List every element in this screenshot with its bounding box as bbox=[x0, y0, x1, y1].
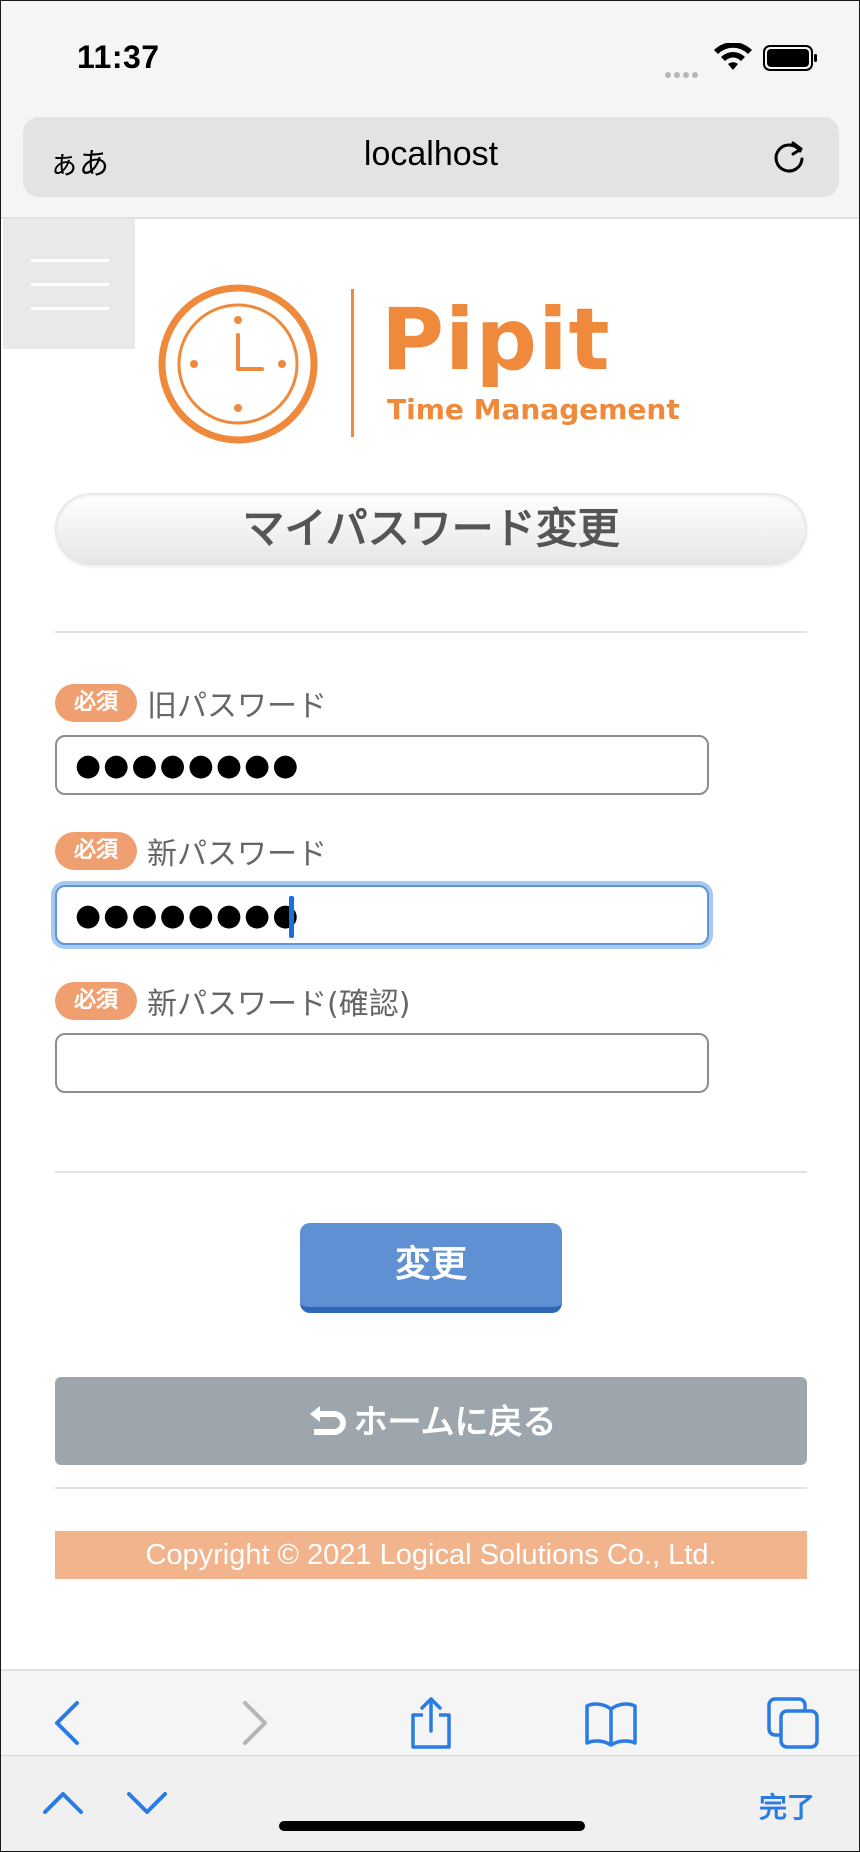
divider bbox=[55, 631, 807, 633]
browser-address-area: ぁあ localhost bbox=[1, 111, 859, 219]
password-value: ●●●●●●●● bbox=[75, 748, 301, 783]
old-password-label: 必須 旧パスワード bbox=[55, 681, 327, 724]
status-time: 11:37 bbox=[77, 39, 160, 75]
chevron-up-icon[interactable] bbox=[43, 1788, 83, 1818]
share-icon[interactable] bbox=[405, 1697, 457, 1749]
menu-icon-bar bbox=[31, 307, 109, 310]
keyboard-accessory-bar: 完了 bbox=[1, 1755, 859, 1851]
reload-icon[interactable] bbox=[769, 137, 809, 177]
page-title: マイパスワード変更 bbox=[55, 493, 807, 565]
status-bar: 11:37 bbox=[1, 1, 859, 111]
divider bbox=[55, 1487, 807, 1489]
back-icon[interactable] bbox=[43, 1697, 95, 1749]
confirm-password-input[interactable] bbox=[55, 1033, 709, 1093]
logo-tagline: Time Management bbox=[387, 393, 680, 426]
menu-icon-bar bbox=[31, 283, 109, 286]
wifi-icon bbox=[714, 43, 752, 70]
phone-screen: 11:37 ぁあ localhost Pipit Time Management… bbox=[0, 0, 860, 1852]
field-label-text: 新パスワード(確認) bbox=[147, 987, 411, 1022]
logo-divider bbox=[351, 289, 354, 437]
copyright-footer: Copyright © 2021 Logical Solutions Co., … bbox=[55, 1531, 807, 1579]
home-indicator bbox=[279, 1821, 585, 1831]
required-badge: 必須 bbox=[55, 684, 137, 722]
home-button-label: ホームに戻る bbox=[353, 1402, 557, 1443]
return-arrow-icon bbox=[309, 1405, 346, 1435]
menu-button[interactable] bbox=[3, 219, 135, 349]
browser-toolbar bbox=[1, 1669, 859, 1757]
back-to-home-button[interactable]: ホームに戻る bbox=[55, 1377, 807, 1465]
old-password-input[interactable]: ●●●●●●●● bbox=[55, 735, 709, 795]
clock-icon bbox=[158, 284, 318, 444]
menu-icon-bar bbox=[31, 259, 109, 262]
confirm-password-label: 必須 新パスワード(確認) bbox=[55, 979, 410, 1022]
tabs-icon[interactable] bbox=[767, 1697, 819, 1749]
required-badge: 必須 bbox=[55, 832, 137, 870]
cellular-signal-icon bbox=[665, 63, 701, 82]
chevron-down-icon[interactable] bbox=[127, 1788, 167, 1818]
done-button[interactable]: 完了 bbox=[759, 1786, 815, 1826]
new-password-input[interactable]: ●●●●●●●● bbox=[55, 885, 709, 945]
divider bbox=[55, 1171, 807, 1173]
field-label-text: 新パスワード bbox=[147, 837, 327, 872]
address-bar[interactable]: ぁあ localhost bbox=[23, 117, 839, 197]
bookmarks-icon[interactable] bbox=[585, 1697, 637, 1749]
change-submit-button[interactable]: 変更 bbox=[300, 1223, 562, 1313]
forward-icon[interactable] bbox=[227, 1697, 279, 1749]
text-cursor bbox=[289, 896, 294, 938]
new-password-label: 必須 新パスワード bbox=[55, 829, 327, 872]
field-label-text: 旧パスワード bbox=[147, 689, 327, 724]
required-badge: 必須 bbox=[55, 982, 137, 1020]
password-value: ●●●●●●●● bbox=[75, 898, 301, 933]
url-text[interactable]: localhost bbox=[23, 135, 839, 174]
battery-icon bbox=[763, 45, 817, 71]
logo-name: Pipit bbox=[381, 290, 611, 390]
